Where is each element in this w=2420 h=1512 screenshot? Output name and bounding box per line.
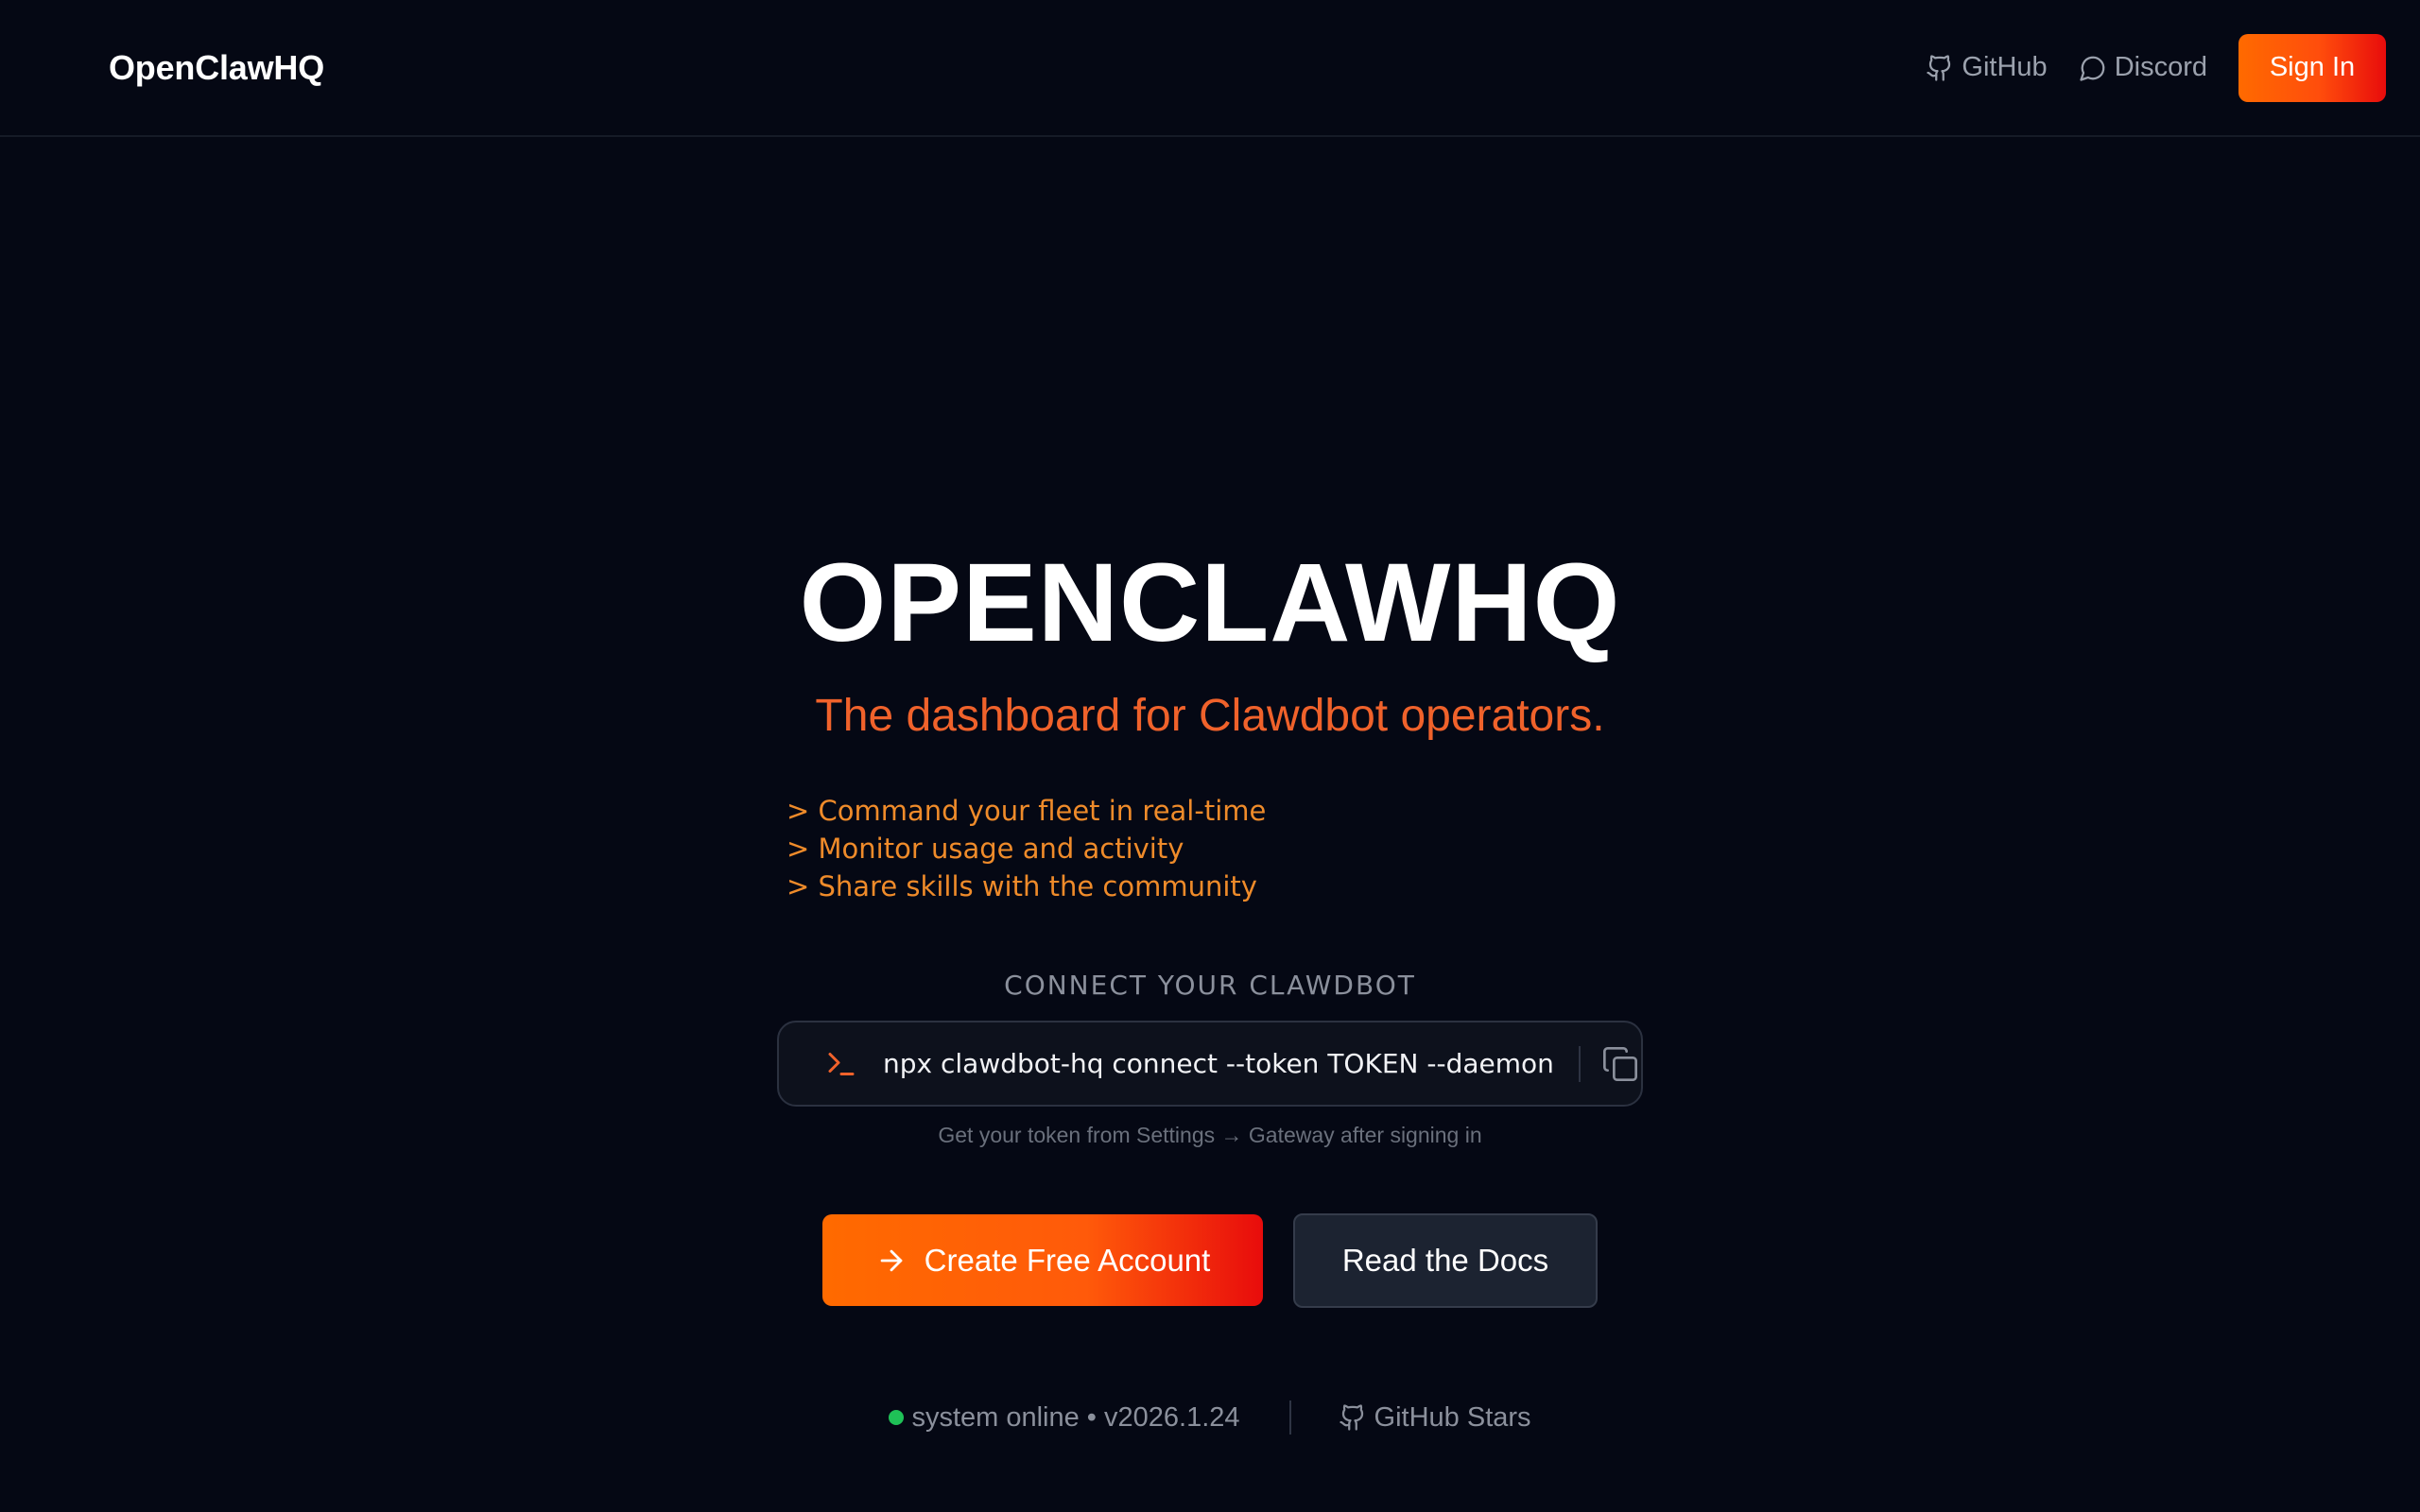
system-status-text: system online • v2026.1.24 (911, 1401, 1240, 1433)
status-bar: system online • v2026.1.24 GitHub Stars (0, 1395, 2420, 1440)
github-icon (1339, 1404, 1363, 1431)
github-stars-link[interactable]: GitHub Stars (1339, 1402, 1531, 1434)
read-docs-button[interactable]: Read the Docs (1293, 1213, 1598, 1308)
sign-in-button[interactable]: Sign In (2238, 33, 2386, 102)
github-link-label: GitHub (1962, 52, 2048, 82)
github-stars-label: GitHub Stars (1374, 1401, 1531, 1433)
command-text[interactable]: npx clawdbot-hq connect --token TOKEN --… (883, 1048, 1554, 1079)
discord-link[interactable]: Discord (2079, 52, 2207, 83)
arrow-right-icon (880, 1249, 903, 1271)
copy-button[interactable] (1601, 1045, 1639, 1083)
feature-item: > Monitor usage and activity (786, 833, 1184, 865)
github-icon (1927, 54, 1951, 81)
github-link[interactable]: GitHub (1926, 52, 2048, 83)
create-account-label: Create Free Account (924, 1242, 1211, 1278)
discord-link-label: Discord (2114, 52, 2207, 82)
terminal-prompt-icon (828, 1052, 855, 1075)
nav-links: GitHub Discord Sign In (1926, 33, 2386, 102)
feature-list: > Command your fleet in real-time > Moni… (786, 792, 1266, 905)
feature-item: > Command your fleet in real-time (786, 795, 1267, 827)
hero-subtitle: The dashboard for Clawdbot operators. (815, 691, 1605, 741)
top-navbar: OpenClawHQ GitHub Discord Sign In (0, 0, 2420, 137)
feature-item: > Share skills with the community (786, 870, 1257, 902)
status-divider (1288, 1400, 1291, 1435)
command-divider (1578, 1045, 1581, 1082)
logo[interactable]: OpenClawHQ (109, 48, 324, 88)
status-online-dot (889, 1410, 905, 1425)
connect-label: CONNECT YOUR CLAWDBOT (1004, 970, 1416, 1001)
copy-icon (1602, 1046, 1637, 1081)
hero-title: OPENCLAWHQ (799, 541, 1621, 665)
token-hint: Get your token from Settings → Gateway a… (938, 1123, 1482, 1147)
create-account-button[interactable]: Create Free Account (822, 1214, 1263, 1306)
chat-bubble-icon (2080, 56, 2105, 81)
command-box: npx clawdbot-hq connect --token TOKEN --… (777, 1021, 1643, 1107)
